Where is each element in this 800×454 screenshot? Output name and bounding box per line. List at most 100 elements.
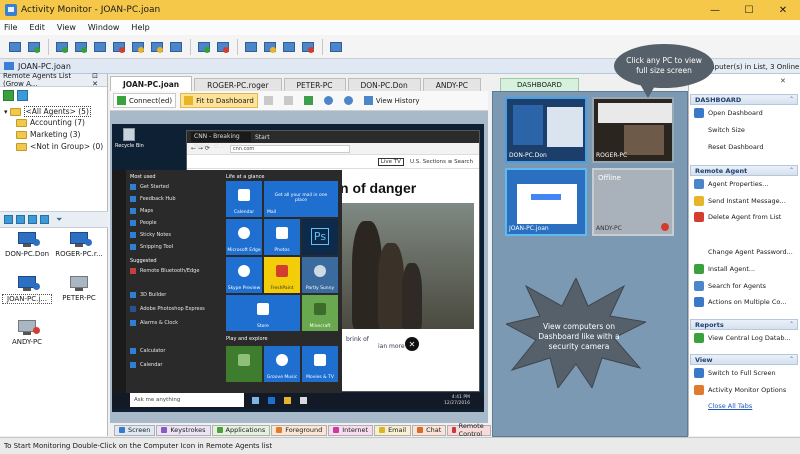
fit-to-dashboard-button[interactable]: Fit to Dashboard (180, 93, 258, 108)
computer-joan[interactable]: JOAN-PC.j... (2, 276, 52, 304)
section-title: DASHBOARD (695, 95, 742, 104)
view-history-button[interactable]: View History (362, 93, 422, 108)
section-remote-agent[interactable]: Remote Agent ⌃ (690, 165, 798, 176)
tree-item-not-in-group[interactable]: <Not in Group> (0) (16, 142, 103, 151)
menu-help[interactable]: Help (131, 23, 149, 32)
action-multiple-computers[interactable]: Actions on Multiple Co... (694, 297, 798, 307)
paste-button[interactable] (282, 93, 298, 108)
tools-icon[interactable] (299, 38, 316, 55)
thumbnail-roger[interactable]: ROGER-PC (592, 97, 674, 163)
tab-screen[interactable]: Screen (114, 424, 156, 436)
action-agent-properties[interactable]: Agent Properties... (694, 179, 798, 189)
tree-item-accounting[interactable]: Accounting (7) (16, 118, 85, 127)
monitor-icon[interactable] (72, 38, 89, 55)
menu-edit[interactable]: Edit (29, 23, 45, 32)
action-open-dashboard[interactable]: Open Dashboard (694, 108, 798, 118)
thumbnail-label: JOAN-PC.joan (509, 225, 549, 232)
small-icons-icon[interactable] (16, 215, 25, 224)
action-label: Search for Agents (708, 282, 767, 290)
tree-label: Accounting (7) (30, 118, 85, 127)
zoom-out-button[interactable] (342, 93, 358, 108)
computer-roger[interactable]: ROGER-PC.r... (54, 232, 104, 258)
install-icon[interactable] (195, 38, 212, 55)
action-view-central-log[interactable]: View Central Log Datab... (694, 333, 798, 343)
report-icon[interactable] (261, 38, 278, 55)
menu-window[interactable]: Window (88, 23, 120, 32)
section-view[interactable]: View ⌃ (690, 354, 798, 365)
add-group-icon[interactable] (3, 90, 14, 101)
action-close-all-tabs[interactable]: Close All Tabs (694, 402, 798, 410)
computer-andy[interactable]: ANDY-PC (2, 320, 52, 346)
menu-view[interactable]: View (57, 23, 76, 32)
tab-applications[interactable]: Applications (211, 424, 271, 436)
dashboard-icon[interactable] (242, 38, 259, 55)
add-agent-icon[interactable] (6, 38, 23, 55)
connect-icon[interactable] (53, 38, 70, 55)
filter-icon[interactable]: ⏷ (56, 215, 62, 225)
help-icon[interactable] (327, 38, 344, 55)
action-install-agent[interactable]: Install Agent... (694, 264, 798, 274)
list-view-icon[interactable] (28, 215, 37, 224)
tab-peter[interactable]: PETER-PC (283, 78, 346, 91)
computer-don[interactable]: DON-PC.Don (2, 232, 52, 258)
tab-joan[interactable]: JOAN-PC.joan (110, 76, 193, 91)
keyboard-icon (161, 427, 168, 433)
tab-remote-control[interactable]: Remote Control (447, 422, 492, 438)
tab-don[interactable]: DON-PC.Don (347, 78, 421, 91)
copy-button[interactable] (262, 93, 278, 108)
tree-item-marketing[interactable]: Marketing (3) (16, 130, 80, 139)
groups-icon[interactable] (17, 90, 28, 101)
start-item: Get Started (130, 184, 169, 190)
action-options[interactable]: Activity Monitor Options (694, 385, 798, 395)
zoom-in-button[interactable] (322, 93, 338, 108)
save-screenshot-button[interactable] (302, 93, 318, 108)
tab-roger[interactable]: ROGER-PC.roger (194, 78, 282, 91)
title-bar: Activity Monitor - JOAN-PC.joan — ☐ ✕ (0, 0, 800, 20)
action-delete-agent[interactable]: Delete Agent from List (694, 212, 798, 222)
collapse-icon[interactable]: ⌃ (789, 167, 794, 174)
thumbnail-andy[interactable]: Offline ANDY-PC (592, 168, 674, 236)
history-icon[interactable] (167, 38, 184, 55)
computer-peter[interactable]: PETER-PC (54, 276, 104, 302)
tree-item-all-agents[interactable]: ▾ <All Agents> (5) (4, 106, 91, 117)
section-dashboard[interactable]: DASHBOARD ⌃ (690, 94, 798, 105)
options-icon[interactable] (280, 38, 297, 55)
tab-chat[interactable]: Chat (412, 424, 447, 436)
lock-icon[interactable] (148, 38, 165, 55)
start-menu-sidebar (112, 170, 126, 406)
maximize-button[interactable]: ☐ (732, 0, 766, 20)
shutdown-icon[interactable] (214, 38, 231, 55)
tab-keystrokes[interactable]: Keystrokes (156, 424, 211, 436)
disconnect-icon[interactable] (110, 38, 127, 55)
taskview-icon (252, 397, 259, 404)
message-icon[interactable] (129, 38, 146, 55)
action-search-agents[interactable]: Search for Agents (694, 281, 798, 291)
tab-dashboard[interactable]: DASHBOARD (500, 78, 579, 91)
pane-header-buttons[interactable]: ⊡ ✕ (92, 72, 104, 88)
close-button[interactable]: ✕ (766, 0, 800, 20)
thumbnail-don[interactable]: DON-PC.Don (505, 97, 587, 163)
action-switch-size[interactable]: Switch Size (694, 126, 798, 134)
tab-foreground[interactable]: Foreground (271, 424, 328, 436)
menu-file[interactable]: File (4, 23, 17, 32)
thumbnail-joan[interactable]: JOAN-PC.joan (505, 168, 587, 236)
tab-email[interactable]: Email (374, 424, 412, 436)
details-view-icon[interactable] (40, 215, 49, 224)
section-reports[interactable]: Reports ⌃ (690, 319, 798, 330)
collapse-icon[interactable]: ⌃ (789, 356, 794, 363)
minimize-button[interactable]: — (698, 0, 732, 20)
action-change-password[interactable]: Change Agent Password... (694, 248, 798, 256)
action-send-message[interactable]: Send Instant Message... (694, 196, 798, 206)
collapse-icon[interactable]: ⌃ (789, 96, 794, 103)
action-reset-dashboard[interactable]: Reset Dashboard (694, 143, 798, 151)
collapse-icon[interactable]: ⌃ (789, 321, 794, 328)
tab-internet[interactable]: Internet (328, 424, 374, 436)
refresh-agent-icon[interactable] (25, 38, 42, 55)
large-icons-icon[interactable] (4, 215, 13, 224)
tab-andy[interactable]: ANDY-PC (422, 78, 482, 91)
pane-close-icon[interactable]: ✕ (780, 77, 786, 85)
action-full-screen[interactable]: Switch to Full Screen (694, 368, 798, 378)
start-item-label: Adobe Photoshop Express (140, 306, 205, 312)
screenshot-icon[interactable] (91, 38, 108, 55)
connect-button[interactable]: Connect(ed) (113, 93, 177, 108)
